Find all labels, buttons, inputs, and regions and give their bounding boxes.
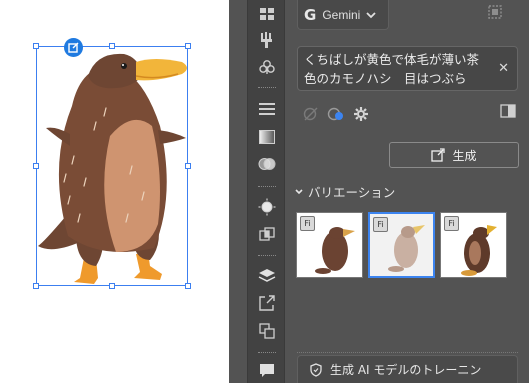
sun-icon[interactable] xyxy=(255,196,279,218)
model-selector[interactable]: G Gemini xyxy=(297,0,389,30)
style-reference-icon[interactable] xyxy=(327,106,345,122)
resize-handle-bottom[interactable] xyxy=(109,283,115,289)
resize-handle-bottom-left[interactable] xyxy=(33,283,39,289)
toolbar-grip[interactable] xyxy=(258,87,276,89)
gemini-logo-icon: G xyxy=(304,5,317,24)
chevron-down-icon xyxy=(295,188,303,194)
generate-icon xyxy=(431,148,446,162)
firefly-badge: Fi xyxy=(373,217,388,232)
grid-icon[interactable] xyxy=(255,3,279,25)
generative-ai-panel: G Gemini くちばしが黄色で体毛が薄い茶色のカモノハシ 目はつぶら 人間の… xyxy=(285,0,529,383)
variation-thumbnail[interactable]: Fi xyxy=(440,212,507,278)
layers-icon[interactable] xyxy=(255,265,279,287)
training-label: 生成 AI モデルのトレーニン xyxy=(330,363,482,377)
brush-icon[interactable] xyxy=(255,29,279,51)
resize-handle-bottom-right[interactable] xyxy=(185,283,191,289)
artboard-canvas[interactable] xyxy=(0,0,229,383)
generative-edit-icon[interactable] xyxy=(64,38,83,57)
toolbar-grip[interactable] xyxy=(258,352,276,354)
generate-label: 生成 xyxy=(452,148,477,163)
reference-image-icon[interactable] xyxy=(303,106,319,122)
shield-icon xyxy=(310,362,322,377)
firefly-badge: Fi xyxy=(300,216,315,231)
panel-grip xyxy=(297,352,518,353)
export-icon[interactable] xyxy=(255,292,279,314)
training-info-bar[interactable]: 生成 AI モデルのトレーニン xyxy=(297,355,518,383)
toolbar-grip[interactable] xyxy=(258,186,276,188)
chevron-down-icon xyxy=(366,11,376,18)
compare-icon[interactable] xyxy=(500,104,516,118)
variations-header[interactable]: バリエーション xyxy=(295,182,395,201)
panel-toolbar xyxy=(247,0,285,383)
variation-thumbnail[interactable]: Fi xyxy=(296,212,363,278)
gear-icon[interactable] xyxy=(353,106,369,122)
menu-icon[interactable] xyxy=(255,98,279,120)
prompt-input[interactable]: くちばしが黄色で体毛が薄い茶色のカモノハシ 目はつぶら 人間のように二足歩行で立… xyxy=(297,46,518,91)
comment-icon[interactable] xyxy=(255,360,279,382)
clear-prompt-icon[interactable]: ✕ xyxy=(498,61,509,76)
settings-panel-icon[interactable] xyxy=(487,4,503,20)
resize-handle-top-left[interactable] xyxy=(33,43,39,49)
firefly-badge: Fi xyxy=(444,216,459,231)
resize-handle-left[interactable] xyxy=(33,163,39,169)
crop-icon[interactable] xyxy=(255,224,279,246)
resize-handle-top-right[interactable] xyxy=(185,43,191,49)
generate-button[interactable]: 生成 xyxy=(389,142,519,168)
prompt-text[interactable]: くちばしが黄色で体毛が薄い茶色のカモノハシ 目はつぶら 人間のように二足歩行で立… xyxy=(304,50,489,90)
model-label: Gemini xyxy=(322,7,361,22)
resize-handle-top[interactable] xyxy=(109,43,115,49)
toolbar-grip[interactable] xyxy=(258,255,276,257)
artboards-icon[interactable] xyxy=(255,320,279,342)
variation-thumbnail-selected[interactable]: Fi xyxy=(368,212,435,278)
panel-divider xyxy=(229,0,247,383)
selection-bounding-box[interactable] xyxy=(36,46,188,286)
gradient-icon[interactable] xyxy=(255,126,279,148)
overlap-circles-icon[interactable] xyxy=(255,153,279,175)
variations-label: バリエーション xyxy=(308,185,396,200)
resize-handle-right[interactable] xyxy=(185,163,191,169)
club-icon[interactable] xyxy=(255,56,279,78)
